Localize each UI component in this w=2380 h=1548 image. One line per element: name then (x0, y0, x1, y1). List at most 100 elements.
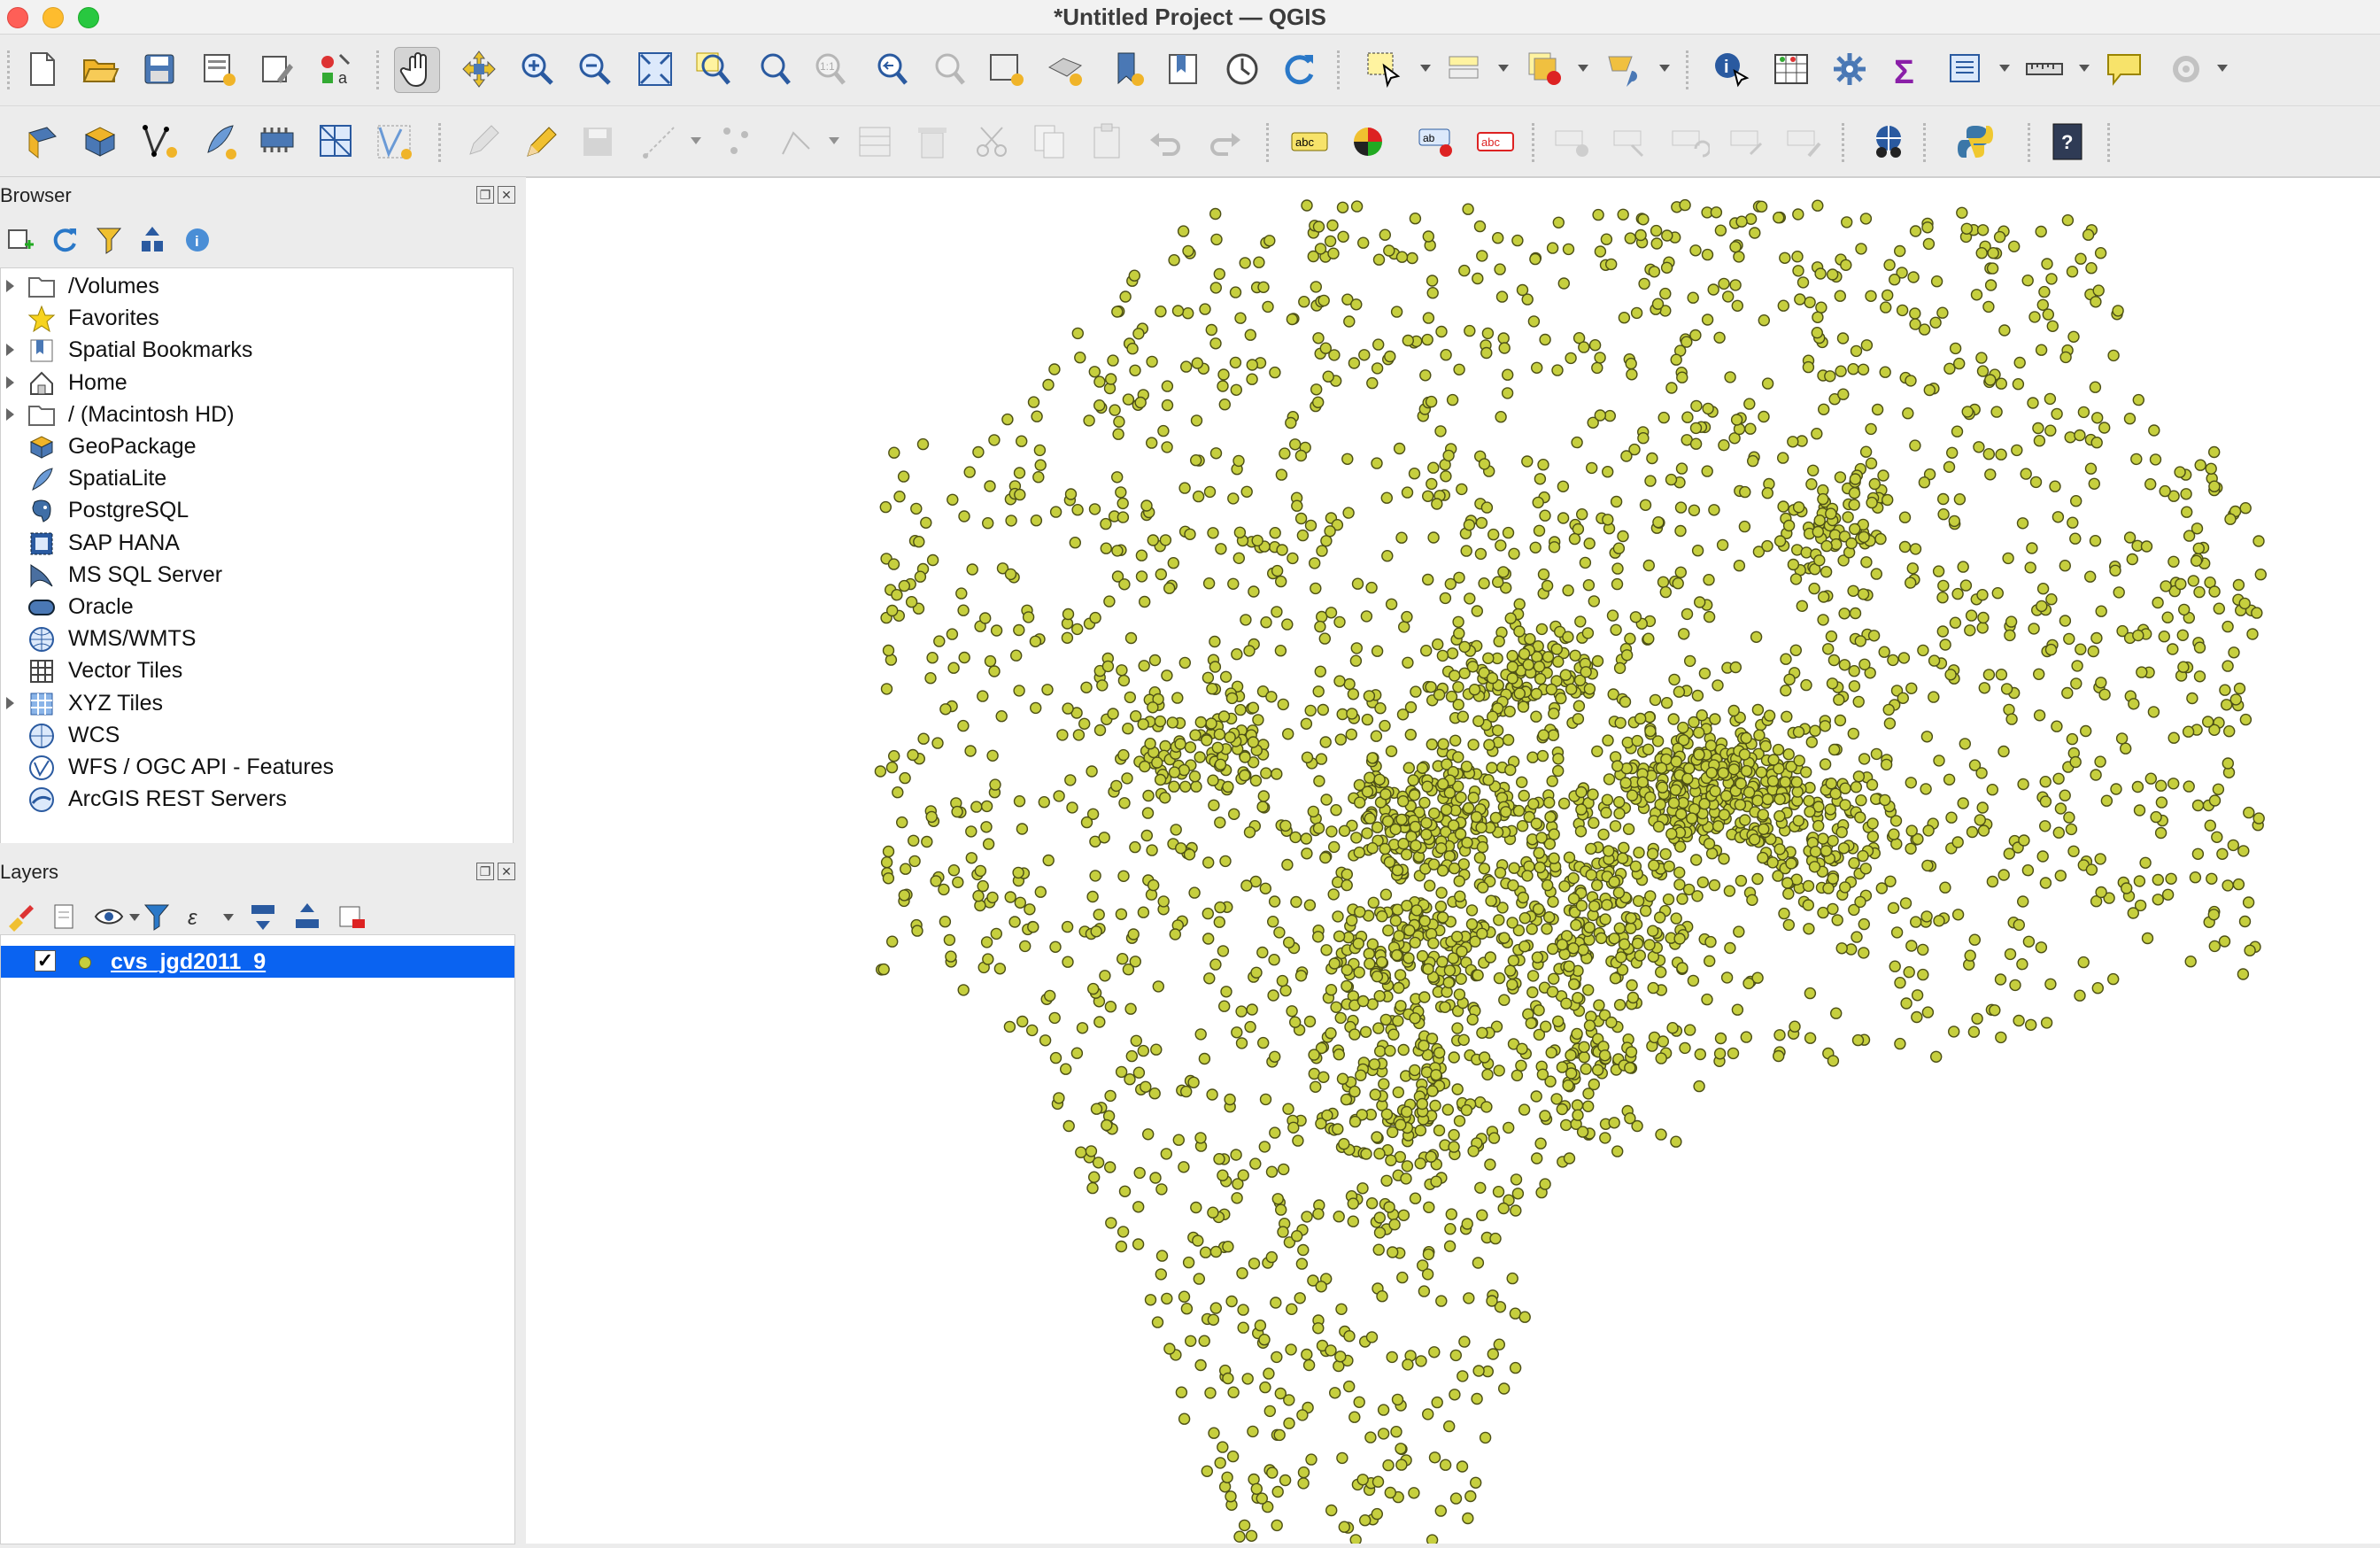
browser-item[interactable]: WFS / OGC API - Features (1, 751, 513, 783)
zoom-out-icon[interactable] (571, 47, 615, 91)
browser-item[interactable]: SAP HANA (1, 527, 513, 559)
filter-browser-icon[interactable] (94, 225, 124, 255)
browser-item[interactable]: /Volumes (1, 270, 513, 302)
properties-icon[interactable]: i (182, 225, 212, 255)
digitize-icon[interactable] (775, 120, 819, 164)
browser-item[interactable]: MS SQL Server (1, 559, 513, 591)
new-3d-view-icon[interactable] (1043, 47, 1087, 91)
expand-arrow-icon[interactable] (6, 375, 14, 389)
copy-icon[interactable] (1027, 120, 1071, 164)
zoom-in-icon[interactable] (514, 47, 558, 91)
filter-legend-icon[interactable] (142, 902, 172, 932)
label-properties-icon[interactable] (1783, 120, 1828, 164)
vertex-tool-icon[interactable] (715, 120, 760, 164)
identify-icon[interactable]: i (1709, 47, 1753, 91)
processing-toolbox-icon[interactable] (1828, 47, 1872, 91)
save-project-icon[interactable] (137, 47, 182, 91)
label-move-icon[interactable] (1610, 120, 1654, 164)
save-as-icon[interactable] (197, 47, 241, 91)
new-shapefile-icon[interactable] (137, 120, 182, 164)
redo-icon[interactable] (1202, 120, 1247, 164)
zoom-to-selection-icon[interactable] (691, 47, 735, 91)
data-source-manager-icon[interactable] (19, 120, 64, 164)
zoom-full-icon[interactable] (633, 47, 677, 91)
new-spatialite-icon[interactable] (197, 120, 241, 164)
add-selected-layers-icon[interactable] (5, 225, 35, 255)
deselect-icon[interactable] (1523, 47, 1567, 91)
browser-item[interactable]: Oracle (1, 591, 513, 623)
panel-divider[interactable] (515, 177, 526, 1543)
browser-item[interactable]: GeoPackage (1, 430, 513, 462)
attribute-table-icon[interactable] (1769, 47, 1813, 91)
layer-row[interactable]: ✓ cvs_jgd2011_9 (1, 946, 514, 978)
label-rotate-icon[interactable] (1668, 120, 1712, 164)
browser-item[interactable]: WCS (1, 719, 513, 751)
undo-icon[interactable] (1144, 120, 1188, 164)
open-layer-styling-icon[interactable] (5, 902, 35, 932)
expand-all-icon[interactable] (248, 902, 278, 932)
browser-item[interactable]: ArcGIS REST Servers (1, 783, 513, 815)
current-edits-icon[interactable] (460, 120, 505, 164)
help-icon[interactable]: ? (2045, 120, 2090, 164)
pan-map-icon[interactable] (394, 47, 440, 93)
browser-item[interactable]: PostgreSQL (1, 494, 513, 526)
new-project-icon[interactable] (19, 47, 64, 91)
remove-layer-icon[interactable] (336, 902, 367, 932)
delete-icon[interactable] (910, 120, 954, 164)
select-features-icon[interactable] (1362, 47, 1406, 91)
label-show-icon[interactable] (1551, 120, 1596, 164)
browser-item[interactable]: XYZ Tiles (1, 687, 513, 719)
print-layout-icon[interactable] (255, 47, 299, 91)
modify-attributes-icon[interactable] (854, 120, 898, 164)
label-highlight-icon[interactable]: abc (1473, 120, 1518, 164)
diagram-icon[interactable] (1346, 120, 1390, 164)
paste-icon[interactable] (1085, 120, 1129, 164)
browser-item[interactable]: Favorites (1, 302, 513, 334)
new-map-view-icon[interactable] (985, 47, 1029, 91)
browser-item[interactable]: Home (1, 367, 513, 399)
refresh-icon[interactable] (1277, 47, 1321, 91)
python-console-icon[interactable] (1953, 120, 1998, 164)
new-temporary-scratch-icon[interactable] (372, 120, 416, 164)
refresh-browser-icon[interactable] (50, 225, 80, 255)
zoom-last-icon[interactable] (868, 47, 912, 91)
float-panel-icon[interactable]: ❐ (476, 863, 494, 880)
statistics-icon[interactable]: Σ (1886, 47, 1930, 91)
collapse-layers-icon[interactable] (292, 902, 322, 932)
expand-arrow-icon[interactable] (6, 696, 14, 709)
browser-item[interactable]: Spatial Bookmarks (1, 334, 513, 366)
measure-icon[interactable] (2022, 47, 2067, 91)
new-virtual-layer-icon[interactable] (255, 120, 299, 164)
expand-arrow-icon[interactable] (6, 344, 14, 357)
layer-name[interactable]: cvs_jgd2011_9 (111, 949, 266, 975)
manage-visibility-icon[interactable] (94, 902, 124, 932)
zoom-native-icon[interactable]: 1:1 (808, 47, 852, 91)
new-geopackage-icon[interactable] (78, 120, 122, 164)
expand-arrow-icon[interactable] (6, 407, 14, 421)
new-mesh-icon[interactable] (314, 120, 359, 164)
add-group-icon[interactable] (50, 902, 80, 932)
settings-icon[interactable] (2164, 47, 2208, 91)
add-feature-icon[interactable] (638, 120, 682, 164)
label-pin-icon[interactable]: ab (1415, 120, 1459, 164)
new-bookmark-icon[interactable] (1105, 47, 1149, 91)
metasearch-icon[interactable] (1866, 120, 1911, 164)
browser-item[interactable]: SpatiaLite (1, 462, 513, 494)
label-change-icon[interactable] (1727, 120, 1771, 164)
browser-item[interactable]: / (Macintosh HD) (1, 399, 513, 430)
toggle-editing-icon[interactable] (518, 120, 562, 164)
label-toolbar-icon[interactable]: abc (1287, 120, 1332, 164)
panel-splitter[interactable] (0, 843, 515, 855)
filter-expression-icon[interactable]: ε (186, 902, 216, 932)
open-project-icon[interactable] (78, 47, 122, 91)
pan-to-selection-icon[interactable] (457, 47, 501, 91)
select-by-value-icon[interactable] (1443, 47, 1488, 91)
collapse-all-icon[interactable] (138, 225, 168, 255)
close-panel-icon[interactable]: ✕ (498, 863, 515, 880)
temporal-controller-icon[interactable] (1220, 47, 1264, 91)
save-edits-icon[interactable] (576, 120, 620, 164)
expand-arrow-icon[interactable] (6, 280, 14, 292)
browser-item[interactable]: Vector Tiles (1, 654, 513, 686)
open-table-icon[interactable] (1944, 47, 1989, 91)
zoom-next-icon[interactable] (925, 47, 970, 91)
